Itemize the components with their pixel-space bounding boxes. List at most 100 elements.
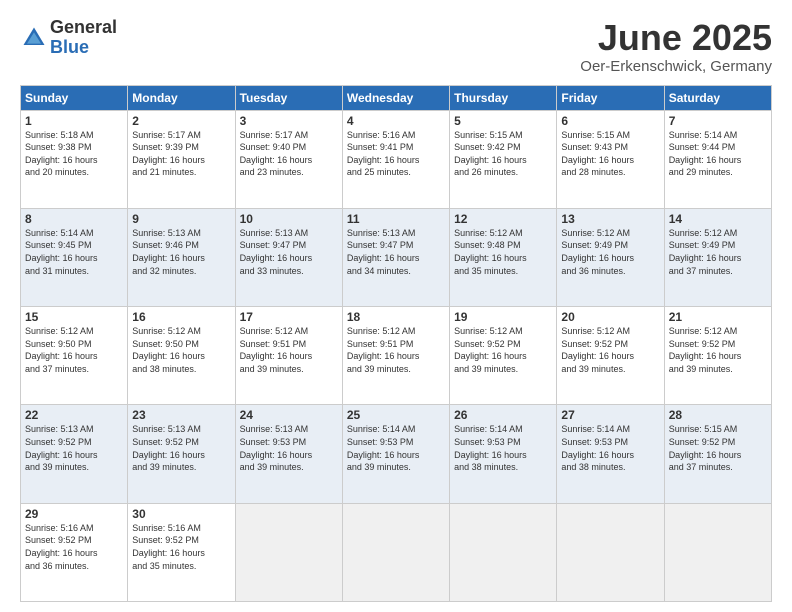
- day-30: 30 Sunrise: 5:16 AMSunset: 9:52 PMDayligh…: [128, 503, 235, 601]
- day-num: 11: [347, 212, 445, 226]
- day-info: Sunrise: 5:12 AMSunset: 9:49 PMDaylight:…: [561, 228, 634, 276]
- day-num: 19: [454, 310, 552, 324]
- day-20: 20 Sunrise: 5:12 AMSunset: 9:52 PMDayligh…: [557, 307, 664, 405]
- day-info: Sunrise: 5:13 AMSunset: 9:53 PMDaylight:…: [240, 424, 313, 472]
- day-num: 4: [347, 114, 445, 128]
- day-info: Sunrise: 5:13 AMSunset: 9:52 PMDaylight:…: [132, 424, 205, 472]
- day-info: Sunrise: 5:17 AMSunset: 9:39 PMDaylight:…: [132, 130, 205, 178]
- day-11: 11 Sunrise: 5:13 AMSunset: 9:47 PMDayligh…: [342, 208, 449, 306]
- day-info: Sunrise: 5:14 AMSunset: 9:53 PMDaylight:…: [454, 424, 527, 472]
- day-info: Sunrise: 5:12 AMSunset: 9:49 PMDaylight:…: [669, 228, 742, 276]
- day-num: 27: [561, 408, 659, 422]
- empty-cell: [450, 503, 557, 601]
- day-num: 10: [240, 212, 338, 226]
- day-18: 18 Sunrise: 5:12 AMSunset: 9:51 PMDayligh…: [342, 307, 449, 405]
- day-num: 29: [25, 507, 123, 521]
- day-num: 6: [561, 114, 659, 128]
- day-9: 9 Sunrise: 5:13 AMSunset: 9:46 PMDaylight…: [128, 208, 235, 306]
- col-header-monday: Monday: [128, 85, 235, 110]
- day-22: 22Sunrise: 5:13 AMSunset: 9:52 PMDayligh…: [21, 405, 128, 503]
- day-info: Sunrise: 5:12 AMSunset: 9:52 PMDaylight:…: [669, 326, 742, 374]
- day-info: Sunrise: 5:12 AMSunset: 9:51 PMDaylight:…: [240, 326, 313, 374]
- day-info: Sunrise: 5:12 AMSunset: 9:52 PMDaylight:…: [454, 326, 527, 374]
- logo-blue: Blue: [50, 37, 89, 57]
- day-info: Sunrise: 5:14 AMSunset: 9:53 PMDaylight:…: [561, 424, 634, 472]
- col-header-friday: Friday: [557, 85, 664, 110]
- day-info: Sunrise: 5:17 AMSunset: 9:40 PMDaylight:…: [240, 130, 313, 178]
- col-header-saturday: Saturday: [664, 85, 771, 110]
- day-info: Sunrise: 5:15 AMSunset: 9:42 PMDaylight:…: [454, 130, 527, 178]
- day-info: Sunrise: 5:12 AMSunset: 9:50 PMDaylight:…: [25, 326, 98, 374]
- day-info: Sunrise: 5:14 AMSunset: 9:53 PMDaylight:…: [347, 424, 420, 472]
- day-15: 15 Sunrise: 5:12 AMSunset: 9:50 PMDayligh…: [21, 307, 128, 405]
- day-info: Sunrise: 5:16 AMSunset: 9:52 PMDaylight:…: [25, 523, 98, 571]
- day-info: Sunrise: 5:13 AMSunset: 9:46 PMDaylight:…: [132, 228, 205, 276]
- day-num: 23: [132, 408, 230, 422]
- day-17: 17 Sunrise: 5:12 AMSunset: 9:51 PMDayligh…: [235, 307, 342, 405]
- day-num: 15: [25, 310, 123, 324]
- day-19: 19 Sunrise: 5:12 AMSunset: 9:52 PMDayligh…: [450, 307, 557, 405]
- day-8: 8Sunrise: 5:14 AMSunset: 9:45 PMDaylight…: [21, 208, 128, 306]
- day-23: 23 Sunrise: 5:13 AMSunset: 9:52 PMDayligh…: [128, 405, 235, 503]
- day-info: Sunrise: 5:15 AMSunset: 9:43 PMDaylight:…: [561, 130, 634, 178]
- location: Oer-Erkenschwick, Germany: [580, 58, 772, 75]
- empty-cell: [664, 503, 771, 601]
- day-info: Sunrise: 5:12 AMSunset: 9:51 PMDaylight:…: [347, 326, 420, 374]
- day-info: Sunrise: 5:16 AMSunset: 9:41 PMDaylight:…: [347, 130, 420, 178]
- logo-general: General: [50, 17, 117, 37]
- day-num: 17: [240, 310, 338, 324]
- day-num: 28: [669, 408, 767, 422]
- day-4: 4 Sunrise: 5:16 AMSunset: 9:41 PMDaylight…: [342, 110, 449, 208]
- day-info: Sunrise: 5:16 AMSunset: 9:52 PMDaylight:…: [132, 523, 205, 571]
- day-num: 14: [669, 212, 767, 226]
- day-7: 7Sunrise: 5:14 AMSunset: 9:44 PMDaylight…: [664, 110, 771, 208]
- day-info: Sunrise: 5:13 AMSunset: 9:47 PMDaylight:…: [240, 228, 313, 276]
- col-header-tuesday: Tuesday: [235, 85, 342, 110]
- logo-text: General Blue: [50, 18, 117, 58]
- month-title: June 2025: [580, 18, 772, 58]
- col-header-sunday: Sunday: [21, 85, 128, 110]
- day-6: 6 Sunrise: 5:15 AMSunset: 9:43 PMDaylight…: [557, 110, 664, 208]
- day-num: 20: [561, 310, 659, 324]
- day-num: 2: [132, 114, 230, 128]
- day-num: 12: [454, 212, 552, 226]
- day-num: 9: [132, 212, 230, 226]
- day-24: 24 Sunrise: 5:13 AMSunset: 9:53 PMDayligh…: [235, 405, 342, 503]
- page: General Blue June 2025 Oer-Erkenschwick,…: [0, 0, 792, 612]
- day-num: 16: [132, 310, 230, 324]
- day-num: 21: [669, 310, 767, 324]
- empty-cell: [235, 503, 342, 601]
- day-21: 21 Sunrise: 5:12 AMSunset: 9:52 PMDayligh…: [664, 307, 771, 405]
- day-info: Sunrise: 5:13 AMSunset: 9:47 PMDaylight:…: [347, 228, 420, 276]
- day-num: 30: [132, 507, 230, 521]
- day-10: 10 Sunrise: 5:13 AMSunset: 9:47 PMDayligh…: [235, 208, 342, 306]
- day-27: 27 Sunrise: 5:14 AMSunset: 9:53 PMDayligh…: [557, 405, 664, 503]
- day-num: 1: [25, 114, 123, 128]
- day-num: 3: [240, 114, 338, 128]
- day-info: Sunrise: 5:15 AMSunset: 9:52 PMDaylight:…: [669, 424, 742, 472]
- logo: General Blue: [20, 18, 117, 58]
- calendar: SundayMondayTuesdayWednesdayThursdayFrid…: [20, 85, 772, 602]
- day-num: 8: [25, 212, 123, 226]
- day-12: 12Sunrise: 5:12 AMSunset: 9:48 PMDayligh…: [450, 208, 557, 306]
- day-num: 24: [240, 408, 338, 422]
- day-14: 14 Sunrise: 5:12 AMSunset: 9:49 PMDayligh…: [664, 208, 771, 306]
- day-num: 18: [347, 310, 445, 324]
- day-25: 25 Sunrise: 5:14 AMSunset: 9:53 PMDayligh…: [342, 405, 449, 503]
- day-num: 13: [561, 212, 659, 226]
- day-num: 26: [454, 408, 552, 422]
- day-info: Sunrise: 5:18 AMSunset: 9:38 PMDaylight:…: [25, 130, 98, 178]
- day-num: 25: [347, 408, 445, 422]
- day-29: 29 Sunrise: 5:16 AMSunset: 9:52 PMDayligh…: [21, 503, 128, 601]
- col-header-wednesday: Wednesday: [342, 85, 449, 110]
- day-28: 28 Sunrise: 5:15 AMSunset: 9:52 PMDayligh…: [664, 405, 771, 503]
- header: General Blue June 2025 Oer-Erkenschwick,…: [20, 18, 772, 75]
- day-num: 5: [454, 114, 552, 128]
- day-info: Sunrise: 5:14 AMSunset: 9:44 PMDaylight:…: [669, 130, 742, 178]
- empty-cell: [342, 503, 449, 601]
- day-info: Sunrise: 5:12 AMSunset: 9:52 PMDaylight:…: [561, 326, 634, 374]
- logo-icon: [20, 24, 48, 52]
- day-1: 1 Sunrise: 5:18 AMSunset: 9:38 PMDaylight…: [21, 110, 128, 208]
- title-block: June 2025 Oer-Erkenschwick, Germany: [580, 18, 772, 75]
- day-info: Sunrise: 5:13 AMSunset: 9:52 PMDaylight:…: [25, 424, 98, 472]
